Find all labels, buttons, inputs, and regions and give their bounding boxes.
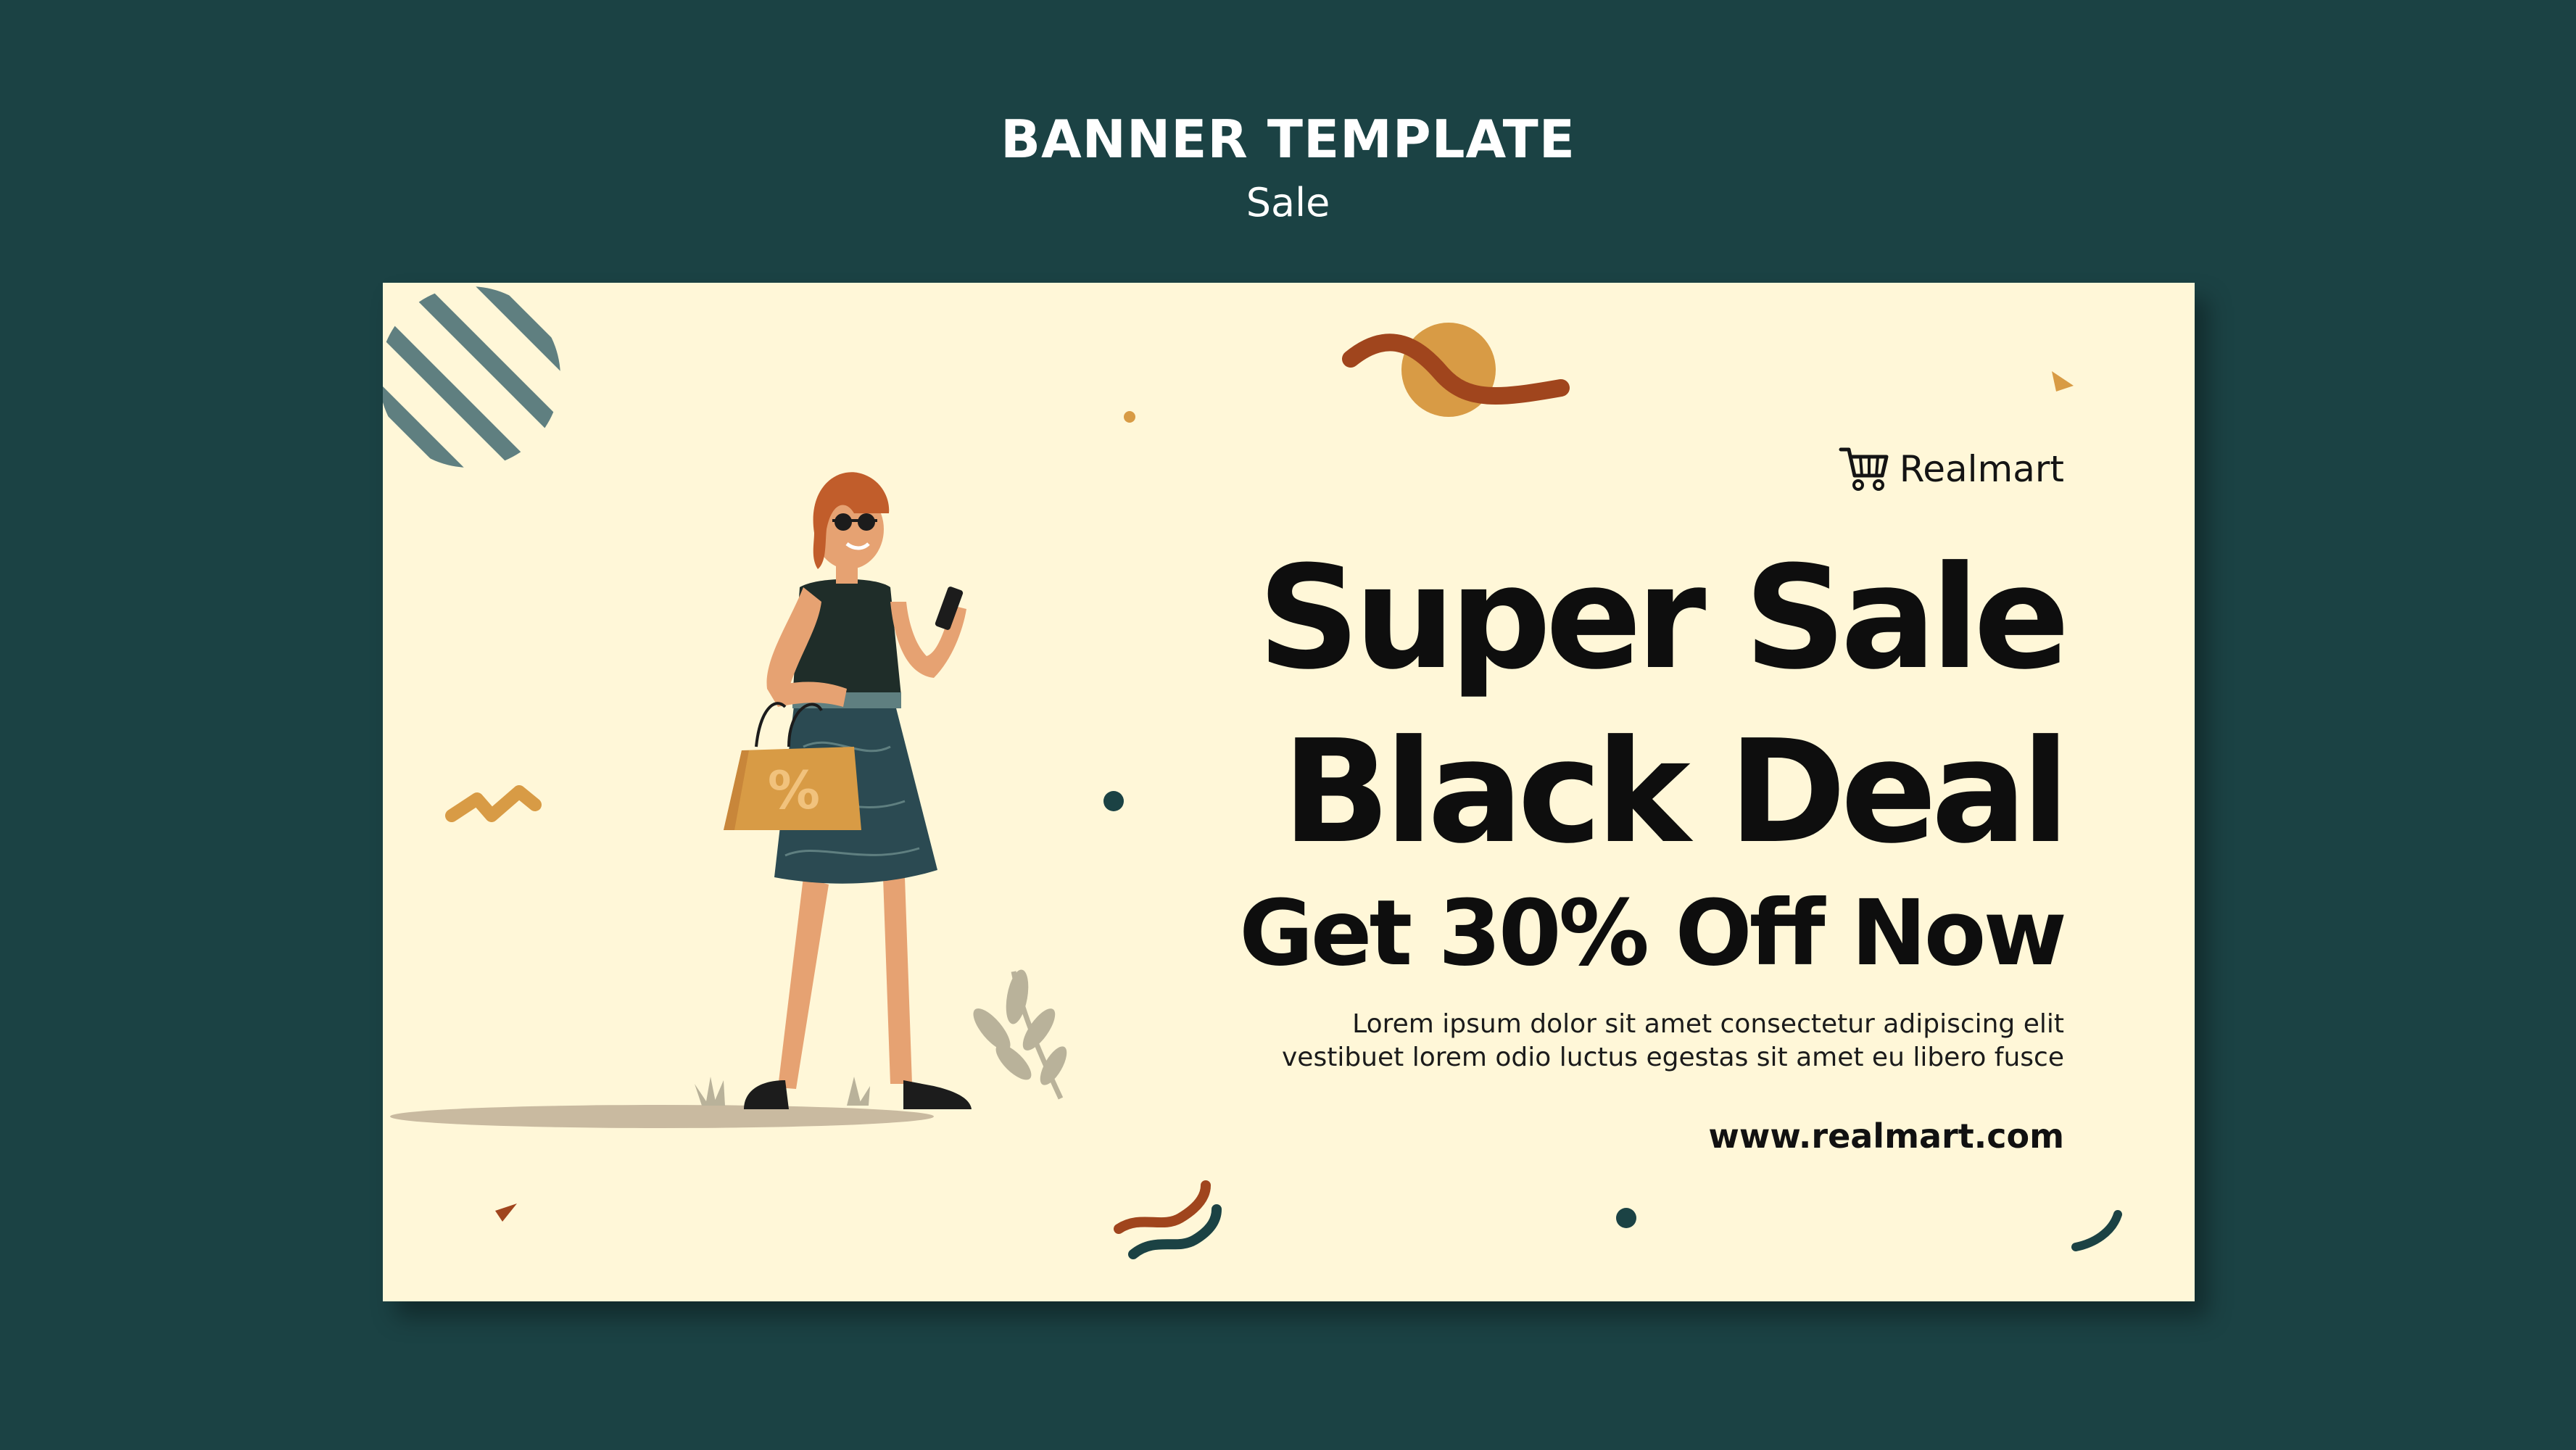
dot-decoration [1103,791,1124,811]
headline-super-sale: Super Sale [1257,536,2070,701]
sale-banner: % Realmart Super Sale Black Deal Get 30%… [383,283,2195,1301]
triangle-decoration [2052,371,2074,392]
page-subtitle: Sale [1246,180,1330,225]
striped-circle-decoration [383,286,560,468]
shopping-cart-icon [1839,447,1889,491]
body-line: vestibuet lorem odio luctus egestas sit … [1282,1043,2064,1072]
shoe [903,1080,972,1109]
headline-black-deal: Black Deal [1282,710,2070,875]
page-title: BANNER TEMPLATE [1001,109,1575,170]
plant-decoration [973,969,1067,1100]
website-link[interactable]: www.realmart.com [1708,1116,2064,1156]
ground-shadow [390,1105,934,1128]
dot-decoration [1124,411,1135,423]
offer-text: Get 30% Off Now [1239,881,2067,986]
curve-decoration [2071,1210,2122,1251]
shoe [744,1080,789,1109]
squiggle-decoration [1114,1180,1211,1234]
triangle-decoration [495,1204,517,1222]
zigzag-decoration [445,785,542,822]
dot-decoration [1616,1208,1636,1228]
bag-percent-label: % [768,760,820,821]
shopper-illustration: % [724,472,972,1109]
brand-name: Realmart [1899,448,2064,490]
brand-logo[interactable]: Realmart [1839,444,2064,494]
body-line: Lorem ipsum dolor sit amet consectetur a… [1352,1009,2064,1039]
body-copy: Lorem ipsum dolor sit amet consectetur a… [1122,1008,2064,1074]
